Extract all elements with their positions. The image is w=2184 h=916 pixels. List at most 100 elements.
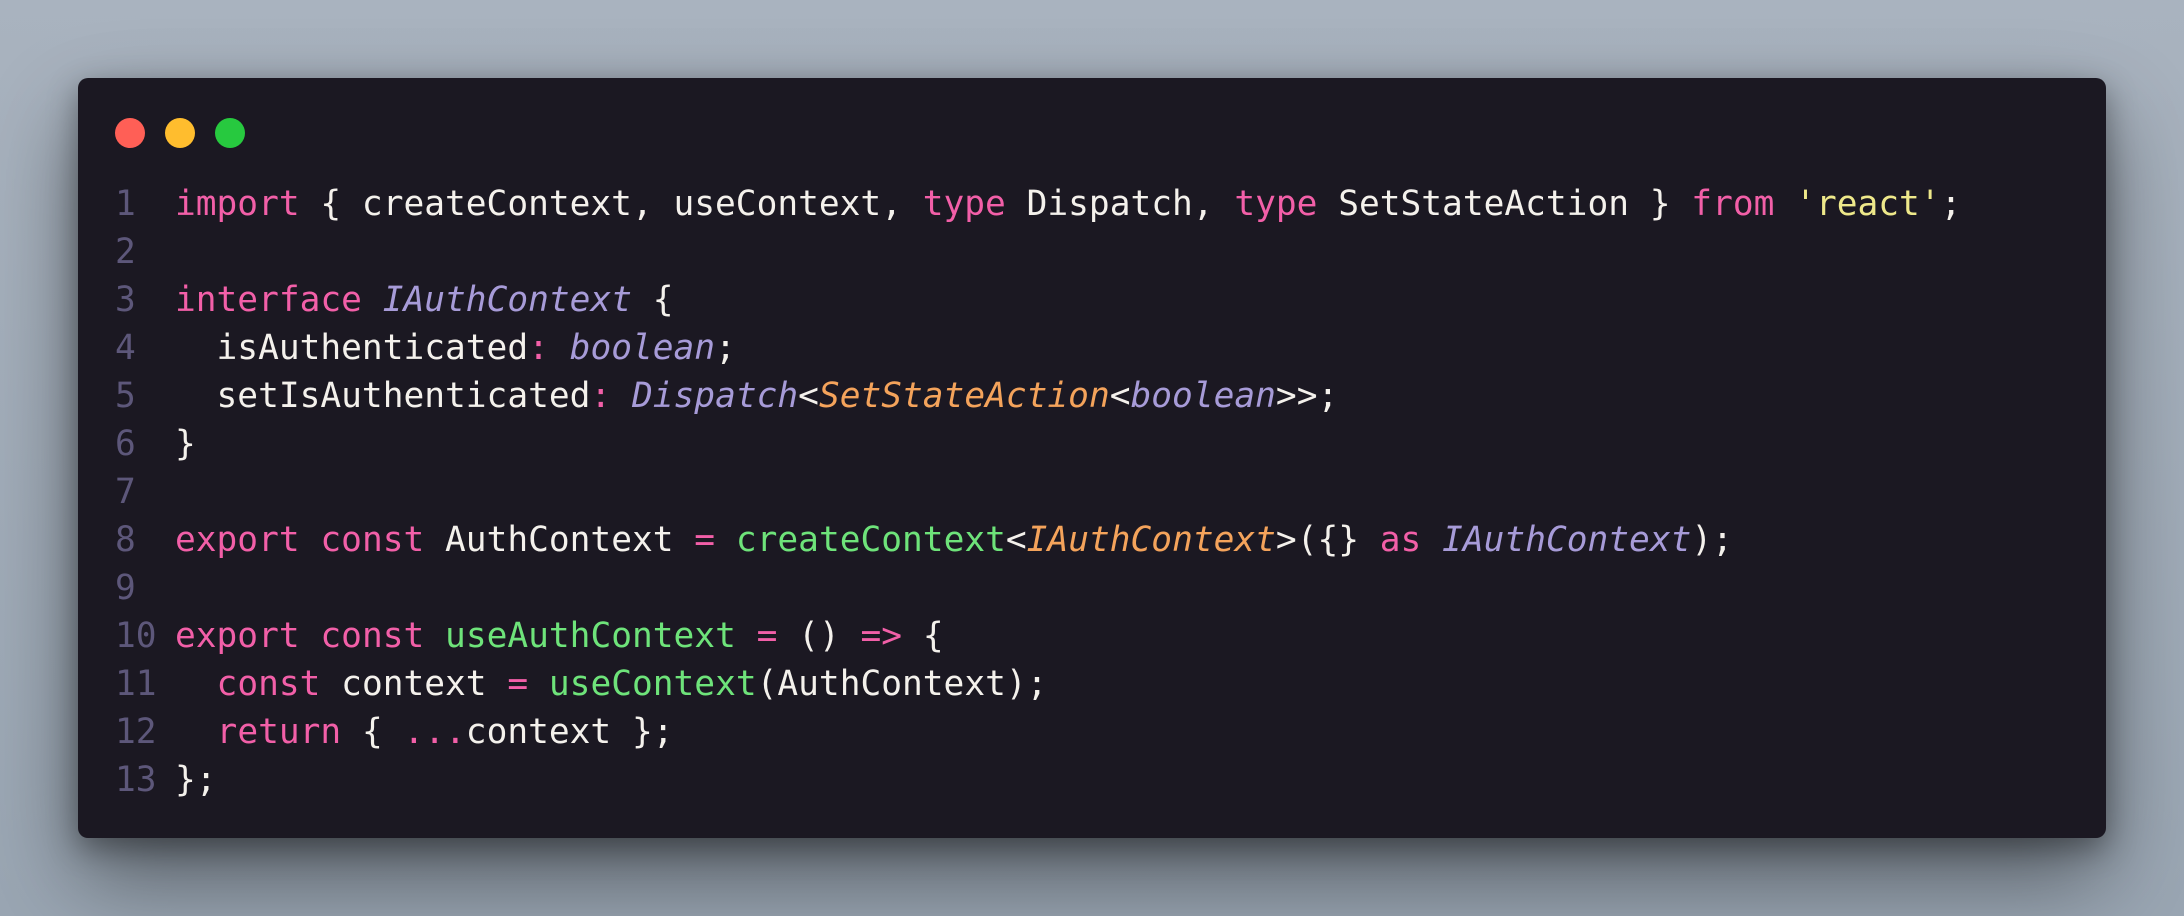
code-line: 5 setIsAuthenticated: Dispatch<SetStateA… [115,372,1961,420]
code-token: ; [715,328,736,368]
code-token: } [175,424,196,464]
code-token: = [694,520,716,560]
code-token: from [1691,184,1775,224]
code-token: < [1005,520,1027,560]
code-token: createContext [735,520,1006,560]
code-line: 3 interface IAuthContext { [115,276,1961,324]
code-token: boolean [569,328,716,368]
line-content: export const AuthContext = createContext… [175,516,1733,564]
code-token: return [216,712,342,752]
code-token: useContext [548,664,757,704]
line-number: 1 [115,184,136,224]
code-token: = [507,664,529,704]
code-token: SetStateAction [818,376,1110,416]
code-token: : [590,376,612,416]
code-token: { createContext, useContext, [299,184,923,224]
line-content: interface IAuthContext { [175,276,674,324]
code-line: 1 import { createContext, useContext, typ… [115,180,1961,228]
code-token: : [528,328,549,368]
line-content: export const useAuthContext = () => { [175,612,944,660]
code-line: 8 export const AuthContext = createContex… [115,516,1961,564]
code-token: >>; [1275,376,1339,416]
code-token: < [1109,376,1131,416]
code-line: 6} [115,420,1961,468]
code-token: < [798,376,819,416]
maximize-dot-icon[interactable] [215,118,245,148]
code-token: const [320,616,425,656]
line-number: 10 [115,616,157,656]
code-token: const [320,520,425,560]
code-line: 11 const context = useContext(AuthContex… [115,660,1961,708]
code-token: Dispatch [631,376,799,416]
code-token: IAuthContext [382,280,632,320]
code-token: ); [1691,520,1733,560]
code-token: setIsAuthenticated [175,376,591,416]
code-token: context }; [465,712,674,752]
code-token: context [320,664,508,704]
code-token: { [631,280,674,320]
line-number: 4 [115,328,136,368]
window-controls [115,118,245,148]
code-token: }; [175,760,217,800]
code-token: ... [403,712,466,752]
code-token: export [175,616,300,656]
line-number: 3 [115,280,136,320]
code-token: (AuthContext); [756,664,1048,704]
line-number: 7 [115,472,136,512]
code-block: 1 import { createContext, useContext, typ… [115,180,1961,804]
code-token: >({} [1275,520,1380,560]
code-token: IAuthContext [1442,520,1692,560]
code-token: interface [175,280,362,320]
code-token: AuthContext [424,520,695,560]
line-number: 6 [115,424,136,464]
close-dot-icon[interactable] [115,118,145,148]
code-token: = [756,616,778,656]
code-token: import [175,184,300,224]
code-token: 'react' [1795,184,1941,224]
line-number: 2 [115,232,136,272]
line-content: isAuthenticated: boolean; [175,324,736,372]
line-number: 12 [115,712,157,752]
line-content: const context = useContext(AuthContext); [175,660,1048,708]
code-token: export [175,520,300,560]
code-token: IAuthContext [1026,520,1276,560]
code-line: 4 isAuthenticated: boolean; [115,324,1961,372]
code-token: { [341,712,404,752]
code-token: const [216,664,321,704]
code-line: 9 [115,564,1961,612]
code-token: SetStateAction } [1317,184,1692,224]
code-line: 10 export const useAuthContext = () => { [115,612,1961,660]
line-content: return { ...context }; [175,708,674,756]
line-number: 13 [115,760,157,800]
code-line: 7 [115,468,1961,516]
line-number: 11 [115,664,157,704]
code-line: 2 [115,228,1961,276]
code-window: 1 import { createContext, useContext, typ… [78,78,2106,838]
code-token: type [922,184,1006,224]
code-token: () [777,616,861,656]
minimize-dot-icon[interactable] [165,118,195,148]
line-number: 8 [115,520,136,560]
line-content: import { createContext, useContext, type… [175,180,1961,228]
line-content: } [175,420,196,468]
code-token: { [902,616,944,656]
line-content: setIsAuthenticated: Dispatch<SetStateAct… [175,372,1339,420]
line-content: }; [175,756,217,804]
code-line: 12 return { ...context }; [115,708,1961,756]
code-line: 13}; [115,756,1961,804]
code-token: as [1379,520,1422,560]
line-number: 5 [115,376,136,416]
